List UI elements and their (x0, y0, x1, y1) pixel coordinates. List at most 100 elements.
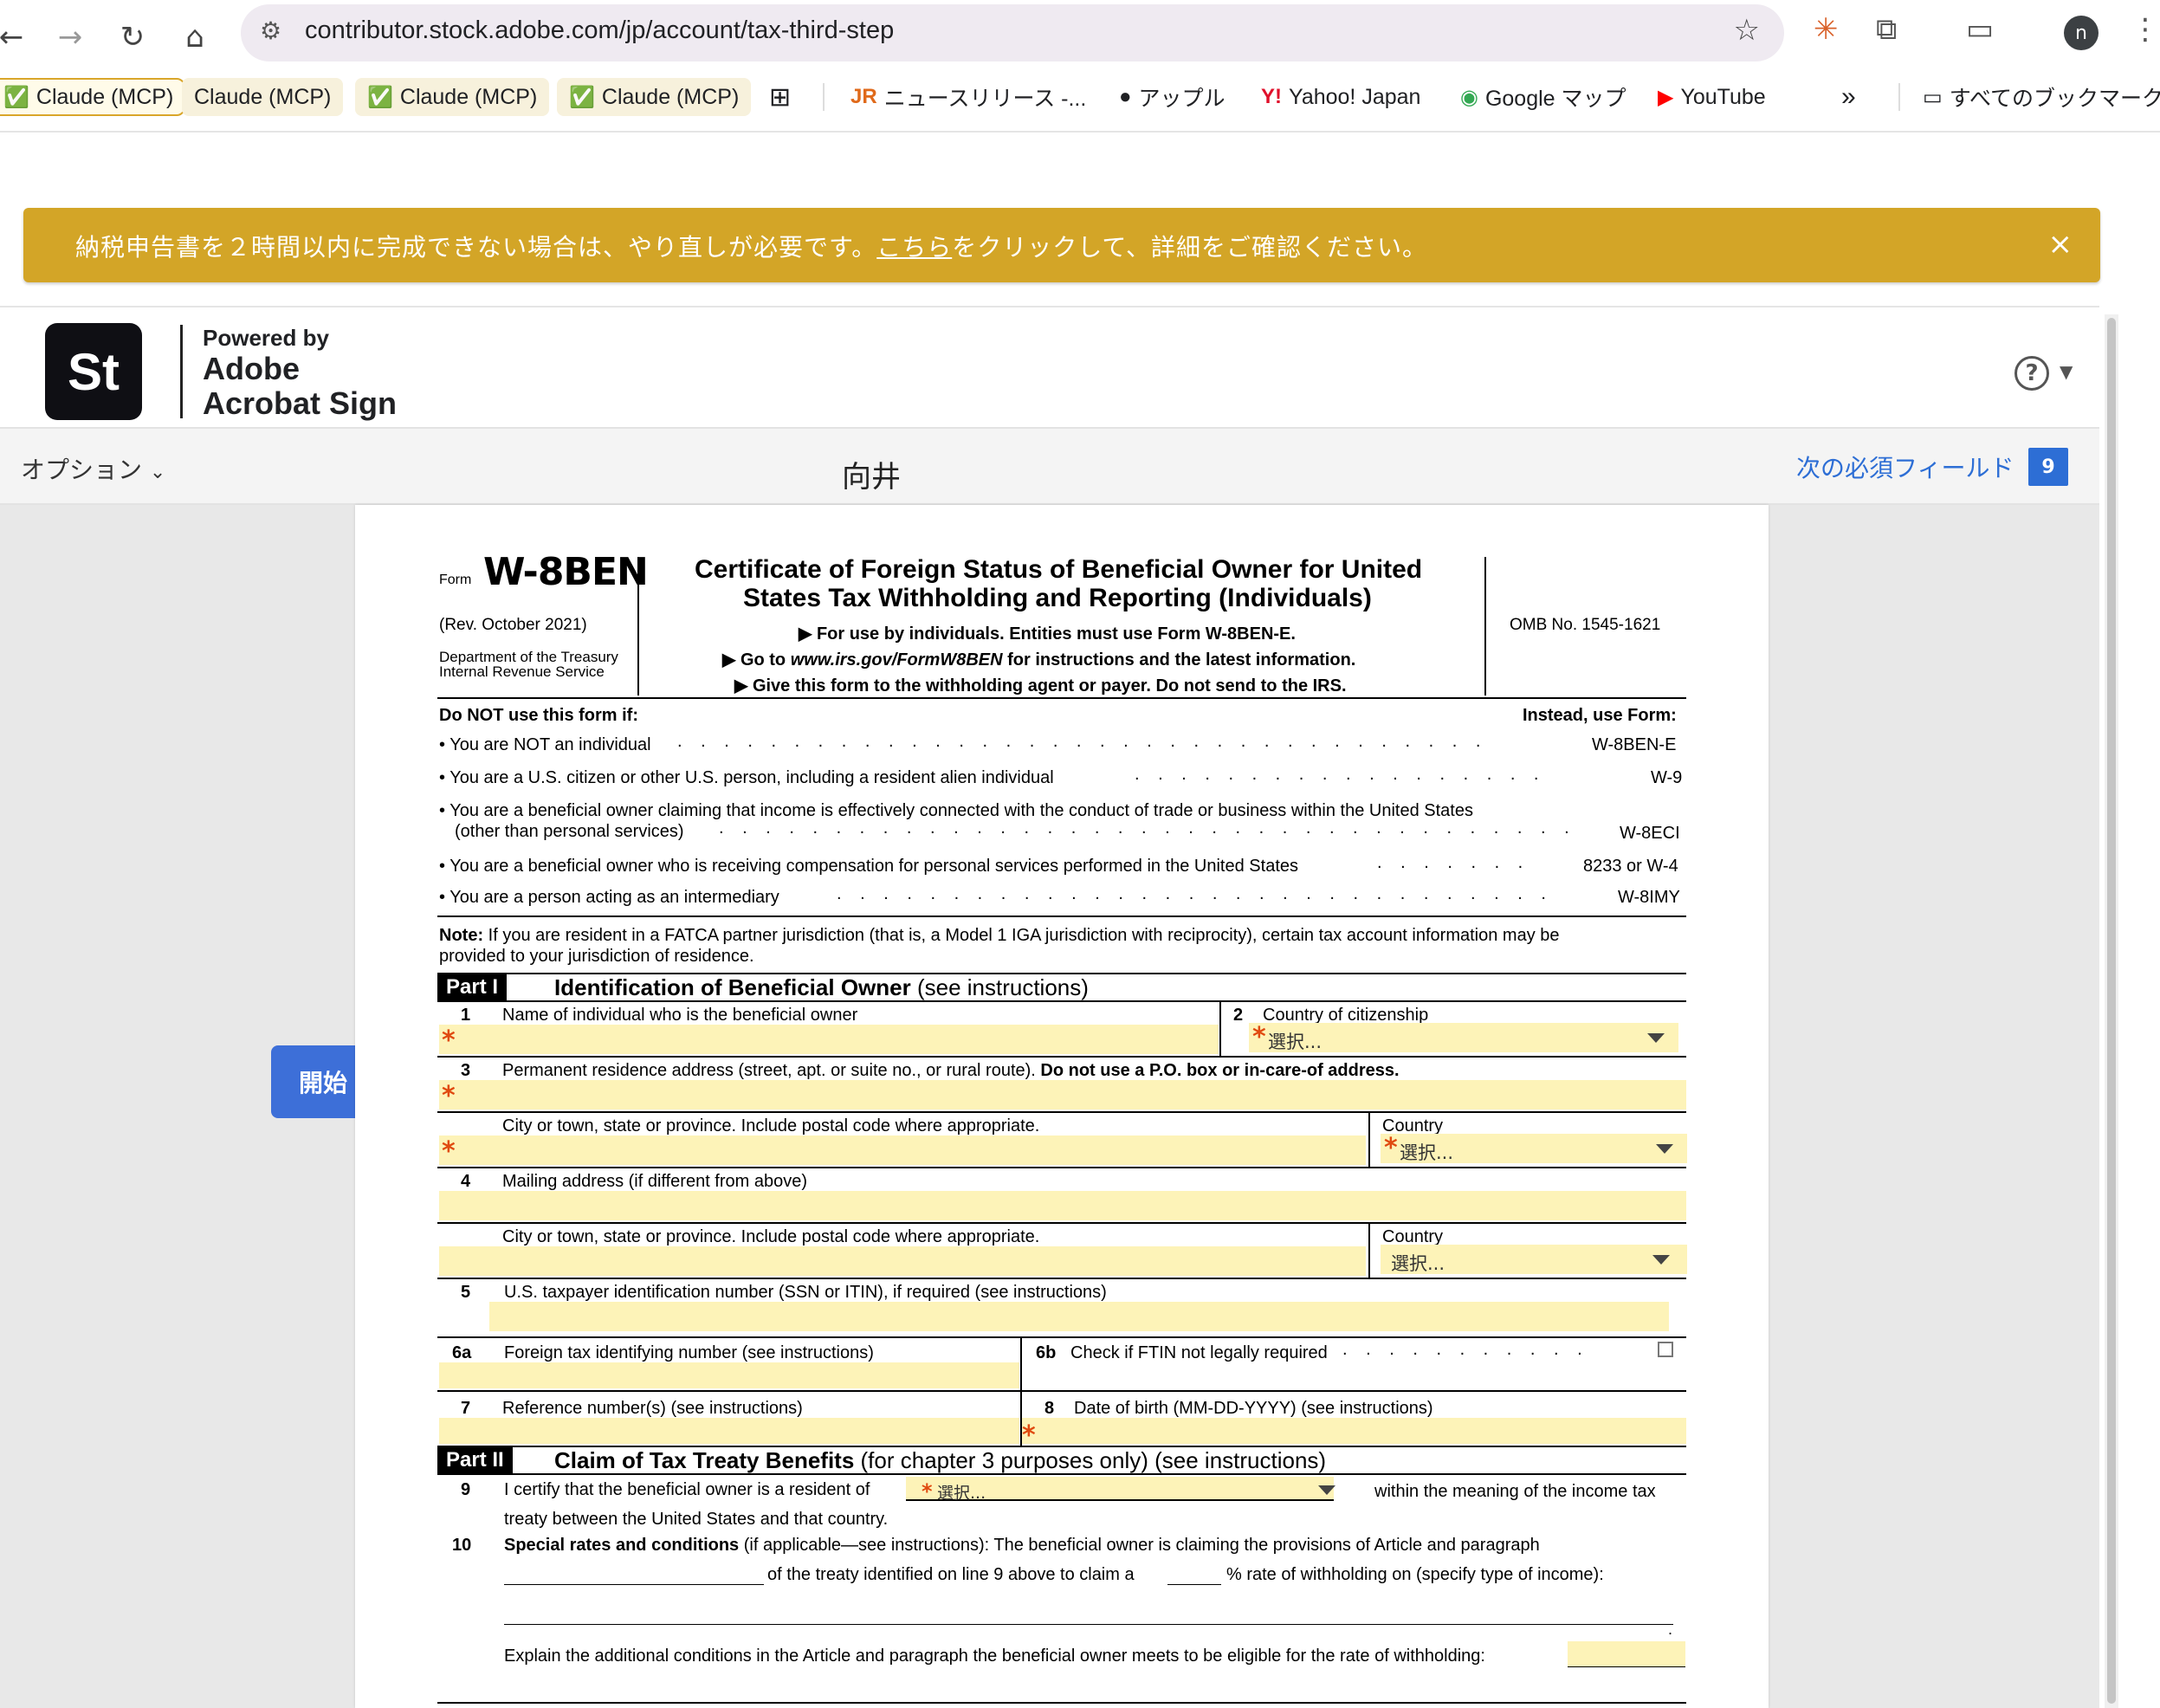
check-icon: ✅ (569, 85, 595, 109)
close-icon[interactable]: × (2048, 227, 2073, 262)
url-text[interactable]: contributor.stock.adobe.com/jp/account/t… (305, 16, 894, 45)
logo-divider (180, 325, 183, 418)
exclusion-form: W-9 (1651, 768, 1683, 787)
rule (437, 1390, 1686, 1392)
site-info-icon[interactable]: ⚙ (260, 16, 281, 45)
forward-icon[interactable]: → (47, 14, 94, 61)
date-of-birth-field[interactable] (1022, 1418, 1686, 1444)
article-paragraph-field[interactable] (504, 1584, 764, 1585)
line-3-label: Permanent residence address (street, apt… (502, 1061, 1400, 1080)
mailing-address-field[interactable] (439, 1191, 1686, 1220)
part-2-title: Claim of Tax Treaty Benefits (for chapte… (554, 1447, 1327, 1473)
line-number: 10 (452, 1536, 472, 1555)
line-8-label: Date of birth (MM-DD-YYYY) (see instruct… (1074, 1399, 1433, 1418)
line-10-label-cont: of the treaty identified on line 9 above… (767, 1565, 1135, 1584)
instead-use-heading: Instead, use Form: (1523, 706, 1677, 725)
address-bar[interactable]: ⚙ contributor.stock.adobe.com/jp/account… (241, 4, 1784, 61)
bookmark-yahoo[interactable]: Y! Yahoo! Japan (1261, 78, 1420, 116)
line-9-label-cont2: treaty between the United States and tha… (504, 1510, 889, 1529)
mailing-city-field[interactable] (439, 1246, 1366, 1276)
line-10-explain-label: Explain the additional conditions in the… (504, 1647, 1485, 1666)
leader-dots: . . . . . . . . . . . . . . . . . . . . … (837, 884, 1564, 903)
header-divider (637, 557, 639, 695)
leader-dots: . . . . . . . . (1377, 853, 1533, 872)
remaining-fields-badge: 9 (2028, 448, 2068, 486)
scrollbar[interactable] (2105, 314, 2118, 1708)
chevron-down-icon (1652, 1255, 1670, 1265)
select-placeholder: 選択... (1400, 1142, 1454, 1163)
line-number: 9 (461, 1480, 471, 1499)
part-2-label: Part II (437, 1447, 513, 1473)
rule (437, 1222, 1686, 1224)
form-subtitle-1: ▶ For use by individuals. Entities must … (799, 624, 1296, 644)
extensions-icon[interactable]: ⧉ (1876, 12, 1897, 47)
line-6a-label: Foreign tax identifying number (see inst… (504, 1343, 874, 1362)
header-divider (1484, 557, 1486, 695)
all-bookmarks[interactable]: ▭ すべてのブックマーク (1923, 78, 2160, 116)
line-9-label-cont: within the meaning of the income tax (1374, 1482, 1656, 1501)
line-7-label: Reference number(s) (see instructions) (502, 1399, 803, 1418)
scrollbar-thumb[interactable] (2107, 318, 2116, 1704)
help-icon[interactable]: ? (2014, 356, 2049, 391)
tab-search-icon[interactable]: ▭ (1966, 12, 1994, 47)
options-menu[interactable]: オプション ⌄ (21, 451, 165, 486)
chevron-down-icon: ⌄ (149, 462, 166, 483)
additional-conditions-field[interactable] (1568, 1641, 1685, 1667)
bookmark-google-maps[interactable]: ◉ Google マップ (1460, 78, 1626, 116)
reload-icon[interactable]: ↻ (109, 14, 156, 61)
apps-grid-icon[interactable]: ⊞ (769, 78, 791, 116)
bookmark-separator (823, 83, 825, 111)
permanent-city-field[interactable] (439, 1135, 1366, 1165)
banner-link[interactable]: こちら (876, 233, 952, 262)
chevron-down-icon[interactable]: ▼ (2060, 361, 2073, 382)
rule (437, 1702, 1686, 1704)
back-icon[interactable]: ← (0, 14, 35, 61)
maps-pin-icon: ◉ (1460, 85, 1478, 109)
required-mark: * (442, 1136, 456, 1167)
beneficial-owner-name-field[interactable] (439, 1025, 1219, 1054)
timeout-banner: 納税申告書を２時間以内に完成できない場合は、やり直しが必要です。こちらをクリック… (23, 208, 2100, 282)
ftin-not-required-checkbox[interactable] (1658, 1342, 1673, 1357)
bookmark-star-icon[interactable]: ☆ (1734, 13, 1760, 48)
next-required-field-button[interactable]: 次の必須フィールド (1796, 450, 2014, 484)
bookmark-claude-1[interactable]: ✅ Claude (MCP) (0, 78, 186, 116)
foreign-tin-field[interactable] (439, 1362, 1019, 1388)
required-mark: * (922, 1479, 933, 1504)
city-label: City or town, state or province. Include… (502, 1227, 1040, 1246)
w8ben-document: Form W-8BEN (Rev. October 2021) Departme… (355, 505, 1769, 1708)
bookmark-claude-3[interactable]: ✅ Claude (MCP) (355, 78, 550, 116)
bookmark-jr-news[interactable]: JR ニュースリリース -... (850, 78, 1086, 116)
bookmarks-overflow-icon[interactable]: » (1841, 78, 1856, 116)
city-label: City or town, state or province. Include… (502, 1116, 1040, 1135)
line-number: 7 (461, 1399, 471, 1418)
profile-avatar[interactable]: n (2064, 16, 2099, 50)
youtube-icon: ▶ (1658, 85, 1674, 109)
claude-extension-icon[interactable]: ✳ (1814, 12, 1839, 47)
rule (1219, 1002, 1221, 1056)
menu-icon[interactable]: ⋮ (2131, 12, 2160, 47)
form-title-2: States Tax Withholding and Reporting (In… (743, 584, 1372, 612)
part-1-label: Part I (437, 974, 508, 1000)
powered-by-acrobat-sign: Powered by Adobe Acrobat Sign (203, 325, 398, 421)
sign-header: St Powered by Adobe Acrobat Sign ? ▼ (0, 306, 2099, 427)
signing-toolbar: オプション ⌄ 向井 次の必須フィールド 9 (0, 427, 2099, 505)
leader-dots: . . . . . . . . . . . . . . . . . . . . … (719, 818, 1585, 838)
omb-number: OMB No. 1545-1621 (1510, 616, 1661, 634)
bookmark-claude-2[interactable]: Claude (MCP) (182, 78, 344, 116)
permanent-address-field[interactable] (439, 1080, 1686, 1110)
exclusion-form: W-8BEN-E (1592, 735, 1677, 754)
exclusion-form: 8233 or W-4 (1583, 857, 1678, 876)
bookmark-apple[interactable]: ● アップル (1119, 78, 1226, 116)
bookmark-youtube[interactable]: ▶ YouTube (1658, 78, 1766, 116)
withholding-rate-field[interactable] (1167, 1584, 1221, 1585)
bookmark-claude-4[interactable]: ✅ Claude (MCP) (557, 78, 752, 116)
fatca-note: Note: If you are resident in a FATCA par… (439, 926, 1560, 945)
rule (1368, 1113, 1370, 1167)
home-icon[interactable]: ⌂ (171, 14, 218, 61)
exclusion-form: W-8ECI (1620, 824, 1680, 843)
part-1-title: Identification of Beneficial Owner (see … (554, 974, 1089, 1000)
us-tin-field[interactable] (489, 1302, 1669, 1331)
reference-number-field[interactable] (439, 1418, 1019, 1444)
income-type-field[interactable] (504, 1624, 1673, 1625)
exclusion-row: • You are a U.S. citizen or other U.S. p… (439, 768, 1054, 787)
